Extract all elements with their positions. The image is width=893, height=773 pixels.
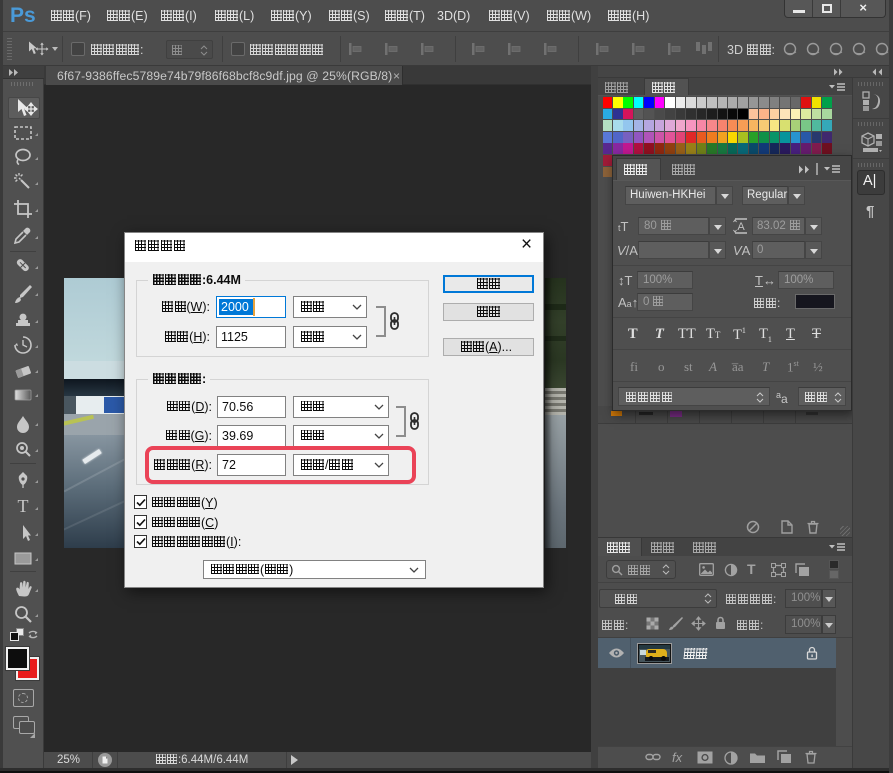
svg-text:T: T (18, 496, 29, 516)
svg-text:A: A (737, 221, 745, 233)
